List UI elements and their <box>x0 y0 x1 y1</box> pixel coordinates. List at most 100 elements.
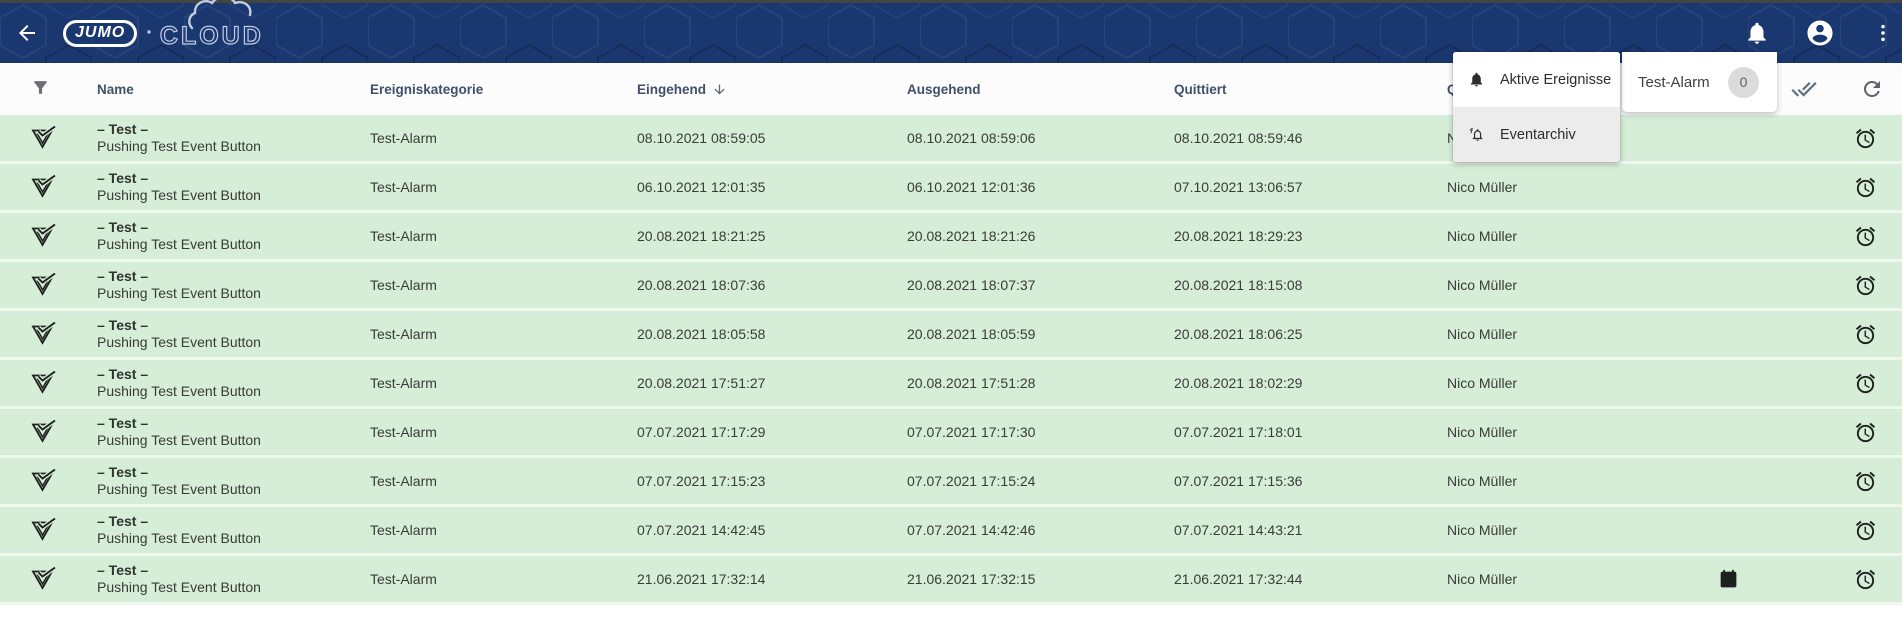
category-count-badge: 0 <box>1728 67 1759 98</box>
outgoing-time-cell: 21.06.2021 17:32:15 <box>907 571 1174 587</box>
table-row[interactable]: – Test – Pushing Test Event Button Test-… <box>0 458 1902 507</box>
table-row[interactable]: – Test – Pushing Test Event Button Test-… <box>0 409 1902 458</box>
event-category-cell: Test-Alarm <box>370 277 637 293</box>
event-name-cell: – Test – Pushing Test Event Button <box>97 366 370 400</box>
outgoing-time-cell: 07.07.2021 14:42:46 <box>907 522 1174 538</box>
event-category-cell: Test-Alarm <box>370 326 637 342</box>
column-header-eingehend[interactable]: Eingehend <box>637 82 907 97</box>
acknowledged-by-cell: Nico Müller <box>1447 375 1690 391</box>
acknowledged-time-cell: 20.08.2021 18:29:23 <box>1174 228 1447 244</box>
alarm-clock-icon[interactable] <box>1854 225 1902 248</box>
table-row[interactable]: – Test – Pushing Test Event Button Test-… <box>0 262 1902 311</box>
event-name-cell: – Test – Pushing Test Event Button <box>97 268 370 302</box>
alarm-clock-icon[interactable] <box>1854 372 1902 395</box>
outgoing-time-cell: 07.07.2021 17:15:24 <box>907 473 1174 489</box>
menu-item-eventarchiv[interactable]: Eventarchiv <box>1453 107 1620 162</box>
acknowledged-by-cell: Nico Müller <box>1447 424 1690 440</box>
table-row[interactable]: – Test – Pushing Test Event Button Test-… <box>0 164 1902 213</box>
bell-icon <box>1468 71 1485 88</box>
bell-ring-icon <box>1468 126 1485 143</box>
category-filter-panel[interactable]: Test-Alarm 0 <box>1622 52 1777 112</box>
cloud-outline-icon <box>186 0 264 30</box>
table-row[interactable]: – Test – Pushing Test Event Button Test-… <box>0 507 1902 556</box>
table-row[interactable]: – Test – Pushing Test Event Button Test-… <box>0 213 1902 262</box>
alarm-clock-icon[interactable] <box>1854 127 1902 150</box>
alarm-clock-icon[interactable] <box>1854 176 1902 199</box>
kebab-menu-icon <box>1872 22 1894 44</box>
acknowledged-by-cell: Nico Müller <box>1447 277 1690 293</box>
acknowledged-time-cell: 08.10.2021 08:59:46 <box>1174 130 1447 146</box>
acknowledged-time-cell: 07.07.2021 14:43:21 <box>1174 522 1447 538</box>
event-name-cell: – Test – Pushing Test Event Button <box>97 121 370 155</box>
event-name-cell: – Test – Pushing Test Event Button <box>97 513 370 547</box>
column-header-quittiert[interactable]: Quittiert <box>1174 82 1447 97</box>
event-category-cell: Test-Alarm <box>370 473 637 489</box>
acknowledged-by-cell: Nico Müller <box>1447 326 1690 342</box>
incoming-time-cell: 07.07.2021 17:17:29 <box>637 424 907 440</box>
acknowledged-by-cell: Nico Müller <box>1447 473 1690 489</box>
alarm-acknowledged-icon <box>30 469 97 494</box>
arrow-back-icon <box>15 21 39 45</box>
alarm-acknowledged-icon <box>30 371 97 396</box>
alarm-acknowledged-icon <box>30 322 97 347</box>
event-note-icon[interactable] <box>1718 569 1766 590</box>
overflow-menu-button[interactable] <box>1861 11 1902 55</box>
outgoing-time-cell: 20.08.2021 18:21:26 <box>907 228 1174 244</box>
outgoing-time-cell: 07.07.2021 17:17:30 <box>907 424 1174 440</box>
alarm-clock-icon[interactable] <box>1854 323 1902 346</box>
column-header-ausgehend[interactable]: Ausgehend <box>907 82 1174 97</box>
incoming-time-cell: 07.07.2021 17:15:23 <box>637 473 907 489</box>
alarm-clock-icon[interactable] <box>1854 519 1902 542</box>
alarm-acknowledged-icon <box>30 273 97 298</box>
alarm-acknowledged-icon <box>30 567 97 592</box>
alarm-clock-icon[interactable] <box>1854 421 1902 444</box>
table-row[interactable]: – Test – Pushing Test Event Button Test-… <box>0 311 1902 360</box>
outgoing-time-cell: 06.10.2021 12:01:36 <box>907 179 1174 195</box>
acknowledged-time-cell: 21.06.2021 17:32:44 <box>1174 571 1447 587</box>
acknowledge-all-button[interactable] <box>1784 69 1824 109</box>
jumo-logo: JUMO <box>63 20 137 47</box>
back-button[interactable] <box>5 11 49 55</box>
outgoing-time-cell: 08.10.2021 08:59:06 <box>907 130 1174 146</box>
event-name-cell: – Test – Pushing Test Event Button <box>97 170 370 204</box>
brand-logo: JUMO · CLOUD <box>63 16 264 51</box>
refresh-button[interactable] <box>1852 69 1892 109</box>
filter-icon[interactable] <box>31 78 50 97</box>
column-header-ereigniskategorie[interactable]: Ereigniskategorie <box>370 82 637 97</box>
acknowledged-by-cell: Nico Müller <box>1447 571 1690 587</box>
alarm-clock-icon[interactable] <box>1854 470 1902 493</box>
acknowledged-by-cell: Nico Müller <box>1447 228 1690 244</box>
event-category-cell: Test-Alarm <box>370 179 637 195</box>
alarm-acknowledged-icon <box>30 175 97 200</box>
event-category-cell: Test-Alarm <box>370 424 637 440</box>
table-row[interactable]: – Test – Pushing Test Event Button Test-… <box>0 556 1902 605</box>
account-circle-icon <box>1805 18 1835 48</box>
acknowledged-time-cell: 20.08.2021 18:15:08 <box>1174 277 1447 293</box>
alarm-acknowledged-icon <box>30 518 97 543</box>
alarm-clock-icon[interactable] <box>1854 274 1902 297</box>
incoming-time-cell: 20.08.2021 18:21:25 <box>637 228 907 244</box>
app-window: JUMO · CLOUD <box>0 0 1902 617</box>
filter-cell <box>0 78 97 100</box>
event-table-body: – Test – Pushing Test Event Button Test-… <box>0 115 1902 605</box>
incoming-time-cell: 20.08.2021 18:05:58 <box>637 326 907 342</box>
category-chip-label: Test-Alarm <box>1638 74 1710 91</box>
table-row[interactable]: – Test – Pushing Test Event Button Test-… <box>0 360 1902 409</box>
notifications-button[interactable] <box>1735 11 1779 55</box>
sort-descending-icon <box>712 82 727 97</box>
acknowledged-time-cell: 07.07.2021 17:18:01 <box>1174 424 1447 440</box>
acknowledged-time-cell: 20.08.2021 18:02:29 <box>1174 375 1447 391</box>
account-button[interactable] <box>1798 11 1842 55</box>
alarm-clock-icon[interactable] <box>1854 568 1902 591</box>
event-category-cell: Test-Alarm <box>370 375 637 391</box>
menu-item-aktive-ereignisse[interactable]: Aktive Ereignisse <box>1453 52 1620 107</box>
incoming-time-cell: 06.10.2021 12:01:35 <box>637 179 907 195</box>
incoming-time-cell: 08.10.2021 08:59:05 <box>637 130 907 146</box>
event-name-cell: – Test – Pushing Test Event Button <box>97 415 370 449</box>
alarm-acknowledged-icon <box>30 224 97 249</box>
acknowledged-time-cell: 20.08.2021 18:06:25 <box>1174 326 1447 342</box>
bell-icon <box>1744 20 1770 46</box>
alarm-acknowledged-icon <box>30 126 97 151</box>
acknowledged-by-cell: Nico Müller <box>1447 522 1690 538</box>
column-header-name[interactable]: Name <box>97 82 370 97</box>
